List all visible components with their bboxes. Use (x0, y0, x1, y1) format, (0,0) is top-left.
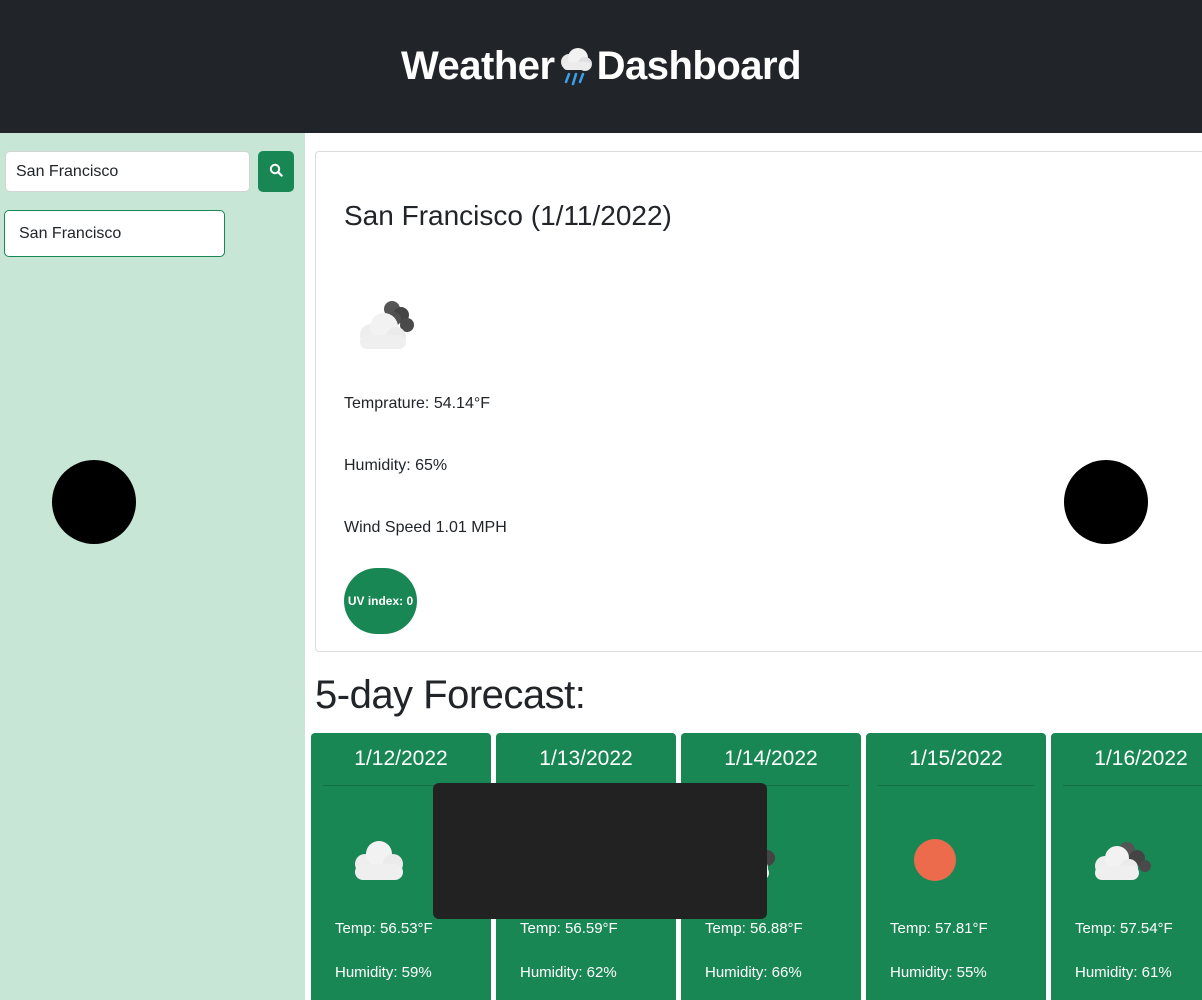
forecast-temp: Temp: 56.53°F (335, 920, 433, 937)
cloud-icon (1091, 830, 1155, 890)
forecast-date: 1/15/2022 (878, 733, 1034, 786)
current-humidity: Humidity: 65% (344, 457, 448, 474)
redaction-circle-left (52, 460, 136, 544)
header: Weather Dashboard (0, 0, 1202, 133)
forecast-humidity: Humidity: 59% (335, 964, 432, 981)
sidebar: San Francisco (0, 133, 305, 1000)
forecast-date: 1/14/2022 (693, 733, 849, 786)
history-item-san-francisco[interactable]: San Francisco (4, 210, 225, 257)
current-wind-speed: Wind Speed 1.01 MPH (344, 519, 507, 536)
forecast-temp: Temp: 57.81°F (890, 920, 988, 937)
forecast-card: 1/16/2022 Temp: 57.54°F Humidity: 61% (1051, 733, 1202, 1000)
cloud-icon (354, 295, 424, 355)
search-button[interactable] (258, 151, 294, 192)
forecast-date: 1/16/2022 (1063, 733, 1202, 786)
page-title: Weather Dashboard (400, 44, 802, 89)
forecast-humidity: Humidity: 61% (1075, 964, 1172, 981)
redaction-circle-right (1064, 460, 1148, 544)
current-city-title: San Francisco (1/11/2022) (344, 200, 672, 231)
forecast-temp: Temp: 57.54°F (1075, 920, 1173, 937)
search-icon (269, 163, 283, 180)
title-dashboard: Dashboard (596, 44, 802, 88)
redaction-rectangle (433, 783, 767, 919)
forecast-humidity: Humidity: 55% (890, 964, 987, 981)
forecast-card: 1/15/2022 Temp: 57.81°F Humidity: 55% (866, 733, 1046, 1000)
uv-index-badge: UV index: 0 (344, 568, 417, 634)
forecast-date: 1/13/2022 (508, 733, 664, 786)
forecast-humidity: Humidity: 66% (705, 964, 802, 981)
sun-icon (906, 830, 970, 890)
current-temperature: Temprature: 54.14°F (344, 395, 491, 412)
forecast-humidity: Humidity: 62% (520, 964, 617, 981)
current-weather-card: San Francisco (1/11/2022) Temprature: 54… (315, 151, 1202, 652)
cloud-rain-icon (557, 46, 595, 88)
forecast-heading: 5-day Forecast: (315, 673, 586, 717)
forecast-temp: Temp: 56.59°F (520, 920, 618, 937)
search-input[interactable] (5, 151, 250, 192)
cloud-icon (351, 830, 415, 890)
forecast-temp: Temp: 56.88°F (705, 920, 803, 937)
forecast-date: 1/12/2022 (323, 733, 479, 786)
title-weather: Weather (400, 44, 555, 88)
